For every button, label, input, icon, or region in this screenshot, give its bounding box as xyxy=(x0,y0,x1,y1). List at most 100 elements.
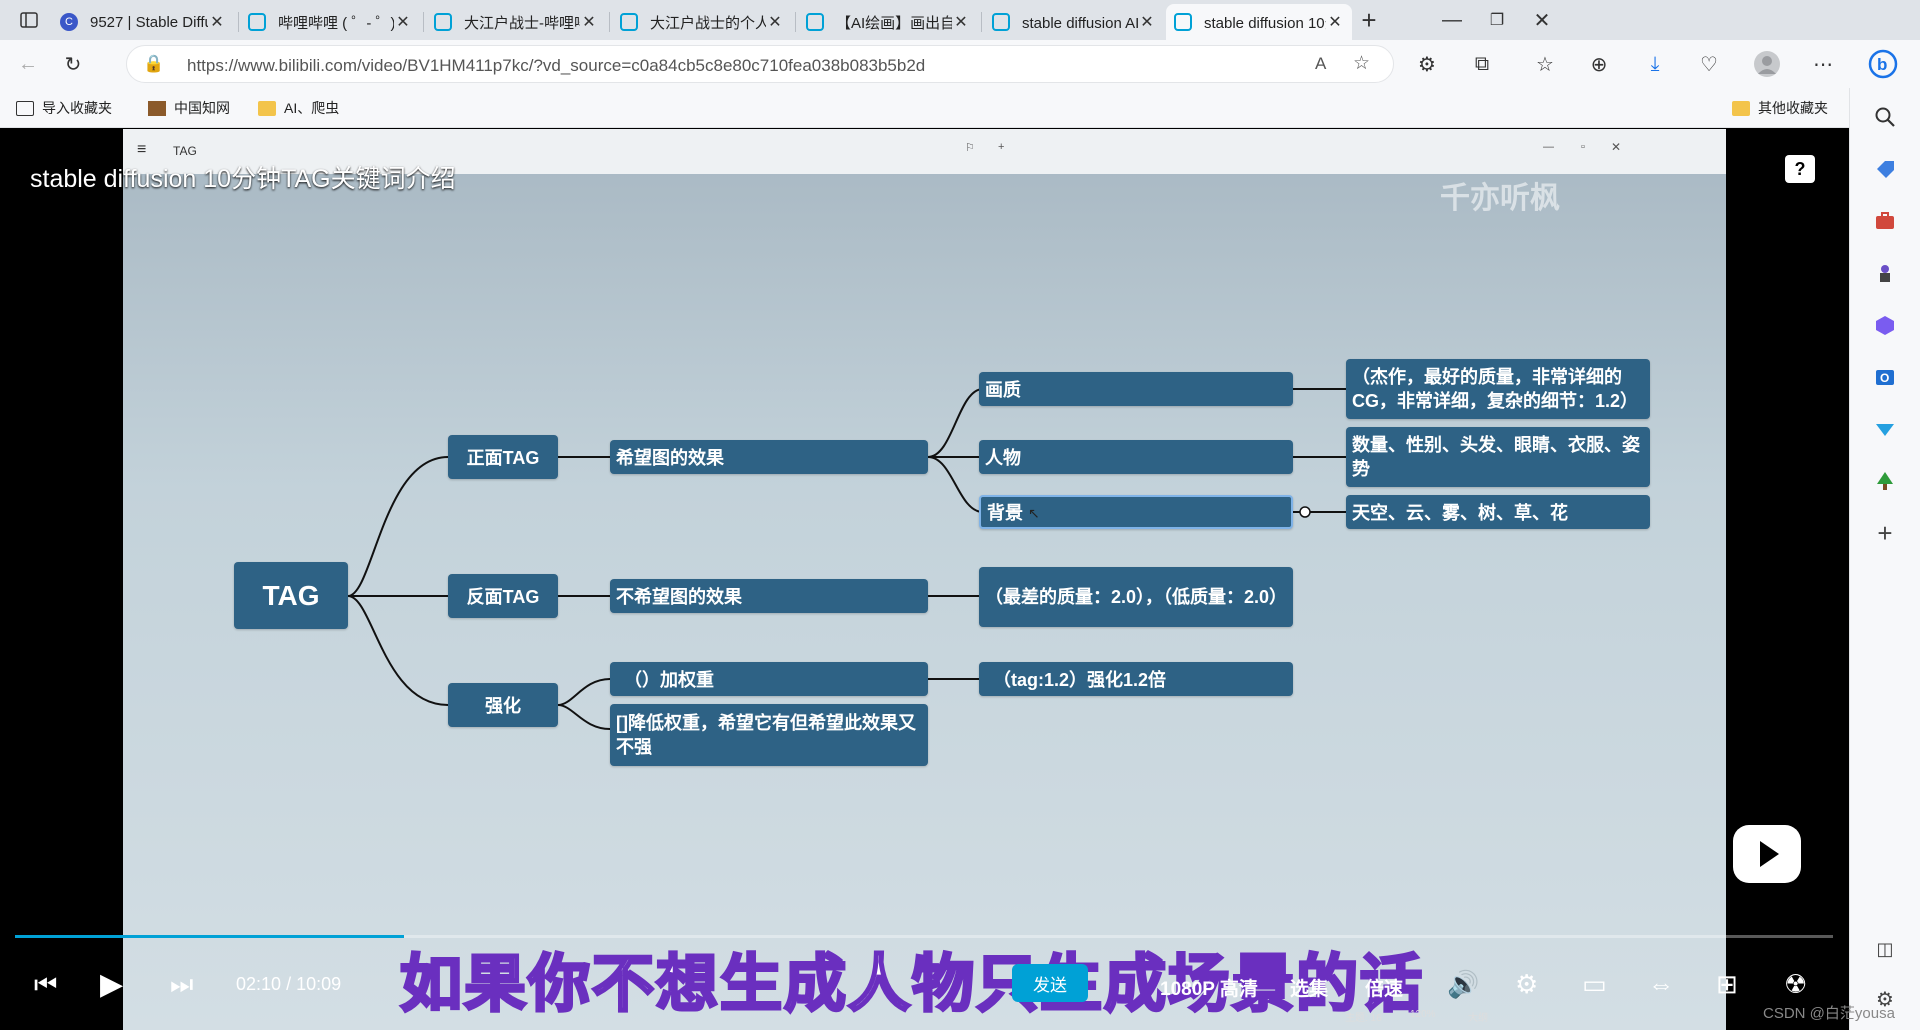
tree-icon[interactable] xyxy=(1870,466,1900,496)
ai-folder-bookmark[interactable]: AI、爬虫 xyxy=(258,98,339,118)
tab-actions-icon[interactable] xyxy=(12,3,46,37)
video-player[interactable]: ≡ TAG ⚐ + — ▫ ✕ TAG 正面TAG 反面TAG 强化 希望图的效… xyxy=(0,129,1849,1030)
node-positive-effect: 希望图的效果 xyxy=(610,440,928,474)
tab-1[interactable]: 哔哩哔哩 ( ゜- ゜)つロ ✕ xyxy=(240,4,420,40)
close-icon[interactable]: ✕ xyxy=(208,12,226,32)
previous-icon[interactable]: ⏮ xyxy=(34,969,57,1001)
restore-icon[interactable]: ❐ xyxy=(1480,3,1514,37)
import-icon xyxy=(16,100,34,116)
window-close-icon[interactable]: ✕ xyxy=(1525,3,1559,37)
settings-icon[interactable]: ⚙ xyxy=(1515,969,1538,1000)
widescreen-icon[interactable]: ⇔ xyxy=(1648,969,1674,1000)
add-sidebar-icon[interactable]: + xyxy=(1870,518,1900,548)
bilibili-icon xyxy=(992,13,1010,31)
volume-icon[interactable]: 🔊 xyxy=(1447,969,1479,1000)
web-fullscreen-icon[interactable]: ⊞ xyxy=(1716,969,1738,1000)
url-text: https://www.bilibili.com/video/BV1HM411p… xyxy=(187,56,926,75)
node-character: 人物 xyxy=(979,440,1293,474)
refresh-icon[interactable]: ↻ xyxy=(56,47,90,81)
node-character-detail: 数量、性别、头发、眼睛、衣服、姿势 xyxy=(1346,427,1650,487)
tab-2[interactable]: 大江户战士-哔哩哔哩 ✕ xyxy=(426,4,606,40)
tab-3[interactable]: 大江户战士的个人空间 ✕ xyxy=(612,4,792,40)
bookmark-label: AI、爬虫 xyxy=(284,100,340,116)
outlook-icon[interactable]: O xyxy=(1870,362,1900,392)
collections-icon[interactable]: ⊕ xyxy=(1582,47,1616,81)
close-icon[interactable]: ✕ xyxy=(766,12,784,32)
other-favorites-folder[interactable]: 其他收藏夹 xyxy=(1732,98,1828,118)
picture-in-picture-icon[interactable]: ▭ xyxy=(1582,969,1607,1000)
svg-text:O: O xyxy=(1880,371,1889,385)
send-danmaku-button[interactable]: 发送 xyxy=(1012,964,1088,1002)
more-menu-icon[interactable]: ⋯ xyxy=(1806,47,1840,81)
sidebar-layout-icon[interactable]: ◫ xyxy=(1870,934,1900,964)
player-controls: ⏮ ▶ ⏭ 02:10 / 10:09 发送 1080P 高清 选集 倍速 🔊 … xyxy=(0,929,1849,1002)
tab-4[interactable]: 【AI绘画】画出自己想 ✕ xyxy=(798,4,978,40)
video-watermark: 千亦听枫 xyxy=(1440,182,1560,215)
node-negative-effect: 不希望图的效果 xyxy=(610,579,928,613)
back-icon[interactable]: ← xyxy=(11,47,45,81)
tab-0[interactable]: C 9527 | Stable Diffusion ✕ xyxy=(52,4,234,40)
close-icon[interactable]: ✕ xyxy=(1326,12,1344,32)
node-positive-tag: 正面TAG xyxy=(448,435,558,479)
svg-text:b: b xyxy=(1877,55,1887,74)
folder-icon xyxy=(258,100,276,116)
close-icon[interactable]: ✕ xyxy=(580,12,598,32)
app-status-outline: 大纲 xyxy=(1468,1013,1488,1024)
search-icon[interactable] xyxy=(1870,102,1900,132)
microsoft-365-icon[interactable] xyxy=(1870,310,1900,340)
tab-title: stable diffusion AI绘画 xyxy=(1022,14,1138,32)
bookmark-label: 其他收藏夹 xyxy=(1758,100,1828,116)
tab-5[interactable]: stable diffusion AI绘画 ✕ xyxy=(984,4,1164,40)
node-negative-detail: （最差的质量：2.0），（低质量：2.0） xyxy=(979,567,1293,627)
read-aloud-icon[interactable]: A xyxy=(1315,54,1326,74)
next-icon[interactable]: ⏭ xyxy=(170,969,193,1001)
browser-essentials-icon[interactable]: ♡ xyxy=(1692,47,1726,81)
tab-title: 【AI绘画】画出自己想 xyxy=(836,14,952,32)
profile-avatar-icon[interactable] xyxy=(1750,47,1784,81)
bilibili-icon xyxy=(1174,13,1192,31)
close-icon[interactable]: ✕ xyxy=(952,12,970,32)
cnki-icon xyxy=(148,100,166,116)
shopping-tag-icon[interactable] xyxy=(1870,154,1900,184)
tools-briefcase-icon[interactable] xyxy=(1870,206,1900,236)
new-tab-icon[interactable]: + xyxy=(1352,3,1386,37)
bookmark-label: 中国知网 xyxy=(174,100,230,116)
quality-selector[interactable]: 1080P 高清 xyxy=(1160,974,1258,1001)
node-weight-down: []降低权重，希望它有但希望此效果又不强 xyxy=(610,704,928,766)
favorite-star-icon[interactable]: ☆ xyxy=(1353,52,1370,75)
cnki-bookmark[interactable]: 中国知网 xyxy=(148,98,230,118)
bilibili-icon xyxy=(248,13,266,31)
mini-player-tv-icon[interactable] xyxy=(1733,825,1801,883)
tab-6-active[interactable]: stable diffusion 10分钟 ✕ xyxy=(1166,4,1352,40)
close-icon[interactable]: ✕ xyxy=(1138,12,1156,32)
episode-select[interactable]: 选集 xyxy=(1290,974,1328,1001)
app-status-zoom: 120% xyxy=(1410,1009,1436,1020)
tab-title: 大江户战士-哔哩哔哩 xyxy=(464,14,580,32)
csdn-icon: C xyxy=(60,13,78,31)
node-negative-tag: 反面TAG xyxy=(448,574,558,618)
extensions-icon[interactable]: ⚙ xyxy=(1410,47,1444,81)
downloads-icon[interactable]: ⤓ xyxy=(1638,47,1672,81)
help-icon[interactable]: ? xyxy=(1785,155,1815,183)
drop-send-icon[interactable] xyxy=(1870,414,1900,444)
url-field[interactable]: 🔒 https://www.bilibili.com/video/BV1HM41… xyxy=(126,45,1394,83)
bing-copilot-icon[interactable]: b xyxy=(1866,47,1900,81)
tab-title: 大江户战士的个人空间 xyxy=(650,14,766,32)
games-chess-icon[interactable] xyxy=(1870,258,1900,288)
favorites-icon[interactable]: ☆ xyxy=(1528,47,1562,81)
time-display: 02:10 / 10:09 xyxy=(236,974,341,995)
minimize-icon[interactable]: — xyxy=(1435,3,1469,37)
fullscreen-icon[interactable]: ☢ xyxy=(1784,969,1807,1000)
close-icon[interactable]: ✕ xyxy=(394,12,412,32)
node-quality-detail: （杰作，最好的质量，非常详细的CG，非常详细，复杂的细节：1.2） xyxy=(1346,359,1650,419)
bookmark-label: 导入收藏夹 xyxy=(42,100,112,116)
play-icon[interactable]: ▶ xyxy=(100,967,123,1002)
split-screen-icon[interactable]: ⧉ xyxy=(1465,47,1499,81)
playback-speed[interactable]: 倍速 xyxy=(1365,974,1403,1001)
tab-title: 哔哩哔哩 ( ゜- ゜)つロ xyxy=(278,14,394,32)
import-favorites-link[interactable]: 导入收藏夹 xyxy=(16,98,112,118)
time-separator: / xyxy=(286,974,292,994)
node-root: TAG xyxy=(234,562,348,629)
duration: 10:09 xyxy=(296,974,342,994)
address-bar: ← ↻ 🔒 https://www.bilibili.com/video/BV1… xyxy=(0,40,1920,88)
